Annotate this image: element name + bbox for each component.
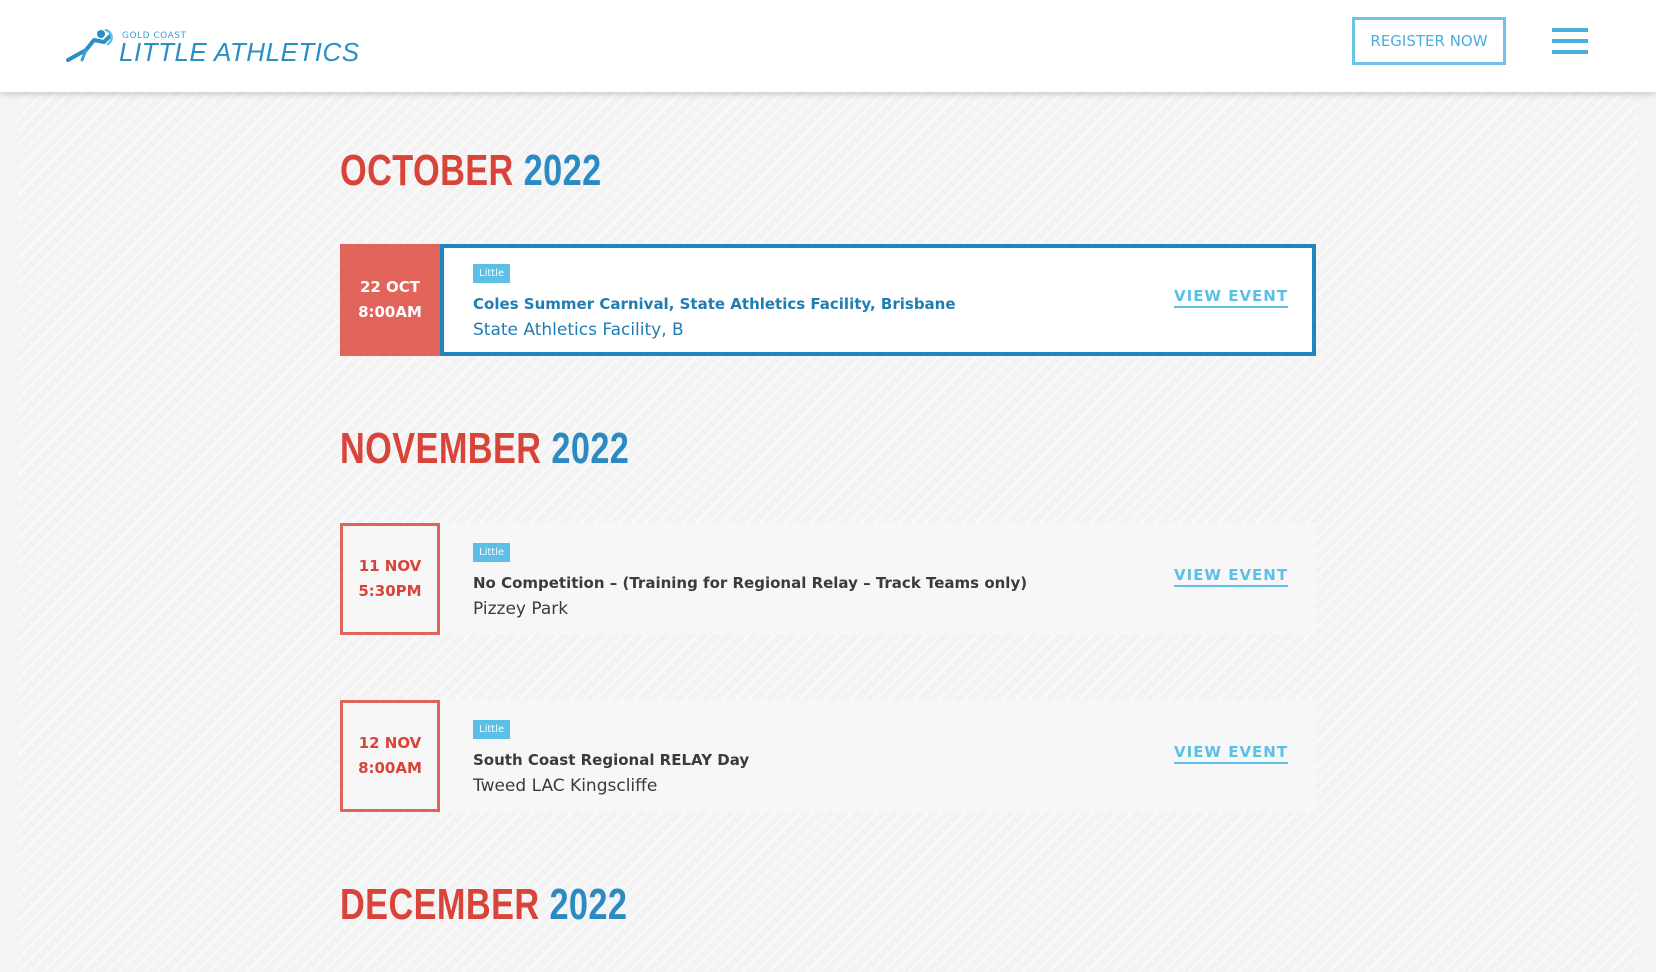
event-tag: Little [473,720,511,739]
view-event-link[interactable]: VIEW EVENT [1174,743,1289,764]
month-year: 2022 [551,424,630,473]
view-event-link[interactable]: VIEW EVENT [1174,566,1289,587]
month-name: OCTOBER [340,146,514,195]
event-tag: Little [473,543,511,562]
event-title[interactable]: No Competition – (Training for Regional … [473,574,1027,592]
event-details: Little No Competition – (Training for Re… [440,523,1316,635]
event-day: 11 NOV [358,557,422,575]
runner-logo-icon [66,28,113,62]
event-time: 8:00AM [358,759,422,777]
site-header: GOLD COAST LITTLE ATHLETICS REGISTER NOW [0,0,1656,92]
event-day: 12 NOV [358,734,422,752]
event-location: State Athletics Facility, B [473,320,684,340]
event-card[interactable]: 22 OCT 8:00AM Little Coles Summer Carniv… [340,244,1316,356]
month-name: DECEMBER [340,880,540,929]
event-time: 5:30PM [358,582,422,600]
register-now-button[interactable]: REGISTER NOW [1352,17,1506,65]
menu-bar [1552,28,1588,32]
month-year: 2022 [523,146,602,195]
event-location: Pizzey Park [473,599,569,619]
event-date: 11 NOV 5:30PM [340,523,440,635]
event-tag: Little [473,264,511,283]
hamburger-menu-icon[interactable] [1552,26,1588,58]
month-heading-november: NOVEMBER 2022 [340,424,629,474]
month-name: NOVEMBER [340,424,542,473]
event-card[interactable]: 12 NOV 8:00AM Little South Coast Regiona… [340,700,1316,812]
event-title[interactable]: South Coast Regional RELAY Day [473,751,749,769]
month-year: 2022 [549,880,628,929]
logo-title: LITTLE ATHLETICS [119,37,360,67]
event-card[interactable]: 11 NOV 5:30PM Little No Competition – (T… [340,523,1316,635]
event-day: 22 OCT [359,278,421,296]
event-details: Little Coles Summer Carnival, State Athl… [440,244,1316,356]
event-date: 22 OCT 8:00AM [340,244,440,356]
view-event-link[interactable]: VIEW EVENT [1174,287,1289,308]
month-heading-december: DECEMBER 2022 [340,880,627,930]
event-details: Little South Coast Regional RELAY Day Tw… [440,700,1316,812]
event-title[interactable]: Coles Summer Carnival, State Athletics F… [473,295,956,313]
event-time: 8:00AM [358,303,422,321]
menu-bar [1552,50,1588,54]
month-heading-october: OCTOBER 2022 [340,146,602,196]
event-location: Tweed LAC Kingscliffe [473,776,658,796]
event-date: 12 NOV 8:00AM [340,700,440,812]
site-logo[interactable]: GOLD COAST LITTLE ATHLETICS [66,26,359,67]
menu-bar [1552,39,1588,43]
events-list: OCTOBER 2022 22 OCT 8:00AM Little Coles … [18,92,1638,972]
